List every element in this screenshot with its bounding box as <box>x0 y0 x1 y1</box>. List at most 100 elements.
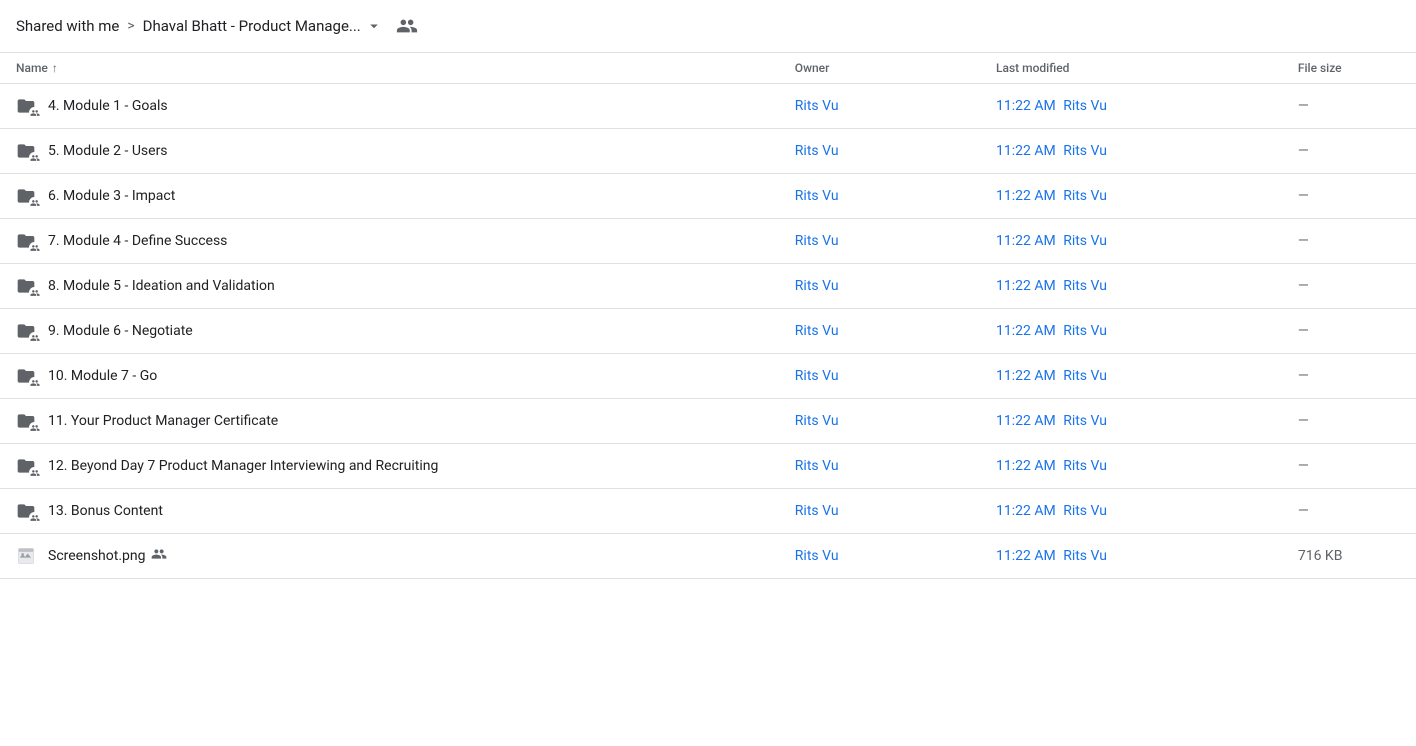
owner-cell: Rits Vu <box>779 489 980 534</box>
breadcrumb: Shared with me > Dhaval Bhatt - Product … <box>0 0 1416 53</box>
folder-shared-icon <box>16 366 36 386</box>
modified-time: 11:22 AM <box>996 368 1056 384</box>
size-cell: — <box>1282 309 1416 354</box>
owner-cell: Rits Vu <box>779 354 980 399</box>
file-size-dash: — <box>1298 458 1309 474</box>
file-name-text: 12. Beyond Day 7 Product Manager Intervi… <box>48 458 438 474</box>
file-size-dash: — <box>1298 503 1309 519</box>
size-cell: — <box>1282 444 1416 489</box>
table-row[interactable]: 7. Module 4 - Define SuccessRits Vu11:22… <box>0 219 1416 264</box>
modified-user: Rits Vu <box>1060 368 1107 384</box>
owner-cell: Rits Vu <box>779 84 980 129</box>
table-row[interactable]: 13. Bonus Content Rits Vu11:22 AM Rits Vu… <box>0 489 1416 534</box>
modified-cell: 11:22 AM Rits Vu <box>980 444 1282 489</box>
modified-cell: 11:22 AM Rits Vu <box>980 129 1282 174</box>
shared-badge-icon <box>29 377 40 388</box>
shared-badge-icon <box>29 512 40 523</box>
modified-time: 11:22 AM <box>996 548 1056 564</box>
column-header-owner[interactable]: Owner <box>779 53 980 84</box>
file-size-dash: — <box>1298 188 1309 204</box>
table-header-row: Name ↑ Owner Last modified File size <box>0 53 1416 84</box>
table-row[interactable]: 8. Module 5 - Ideation and Validation Rit… <box>0 264 1416 309</box>
file-size-dash: — <box>1298 278 1309 294</box>
file-name-cell: 5. Module 2 - Users <box>0 129 779 173</box>
modified-cell: 11:22 AM Rits Vu <box>980 489 1282 534</box>
shared-badge-icon <box>29 107 40 118</box>
modified-time: 11:22 AM <box>996 98 1056 114</box>
table-row[interactable]: 4. Module 1 - GoalsRits Vu11:22 AM Rits … <box>0 84 1416 129</box>
modified-time: 11:22 AM <box>996 188 1056 204</box>
file-name-cell: 8. Module 5 - Ideation and Validation <box>0 264 779 308</box>
shared-badge-icon <box>29 332 40 343</box>
file-name-text: 7. Module 4 - Define Success <box>48 233 227 249</box>
column-header-name[interactable]: Name ↑ <box>0 53 779 84</box>
file-size-dash: — <box>1298 98 1309 114</box>
modified-time: 11:22 AM <box>996 233 1056 249</box>
breadcrumb-separator: > <box>127 18 134 34</box>
table-row[interactable]: 10. Module 7 - GoRits Vu11:22 AM Rits Vu… <box>0 354 1416 399</box>
modified-cell: 11:22 AM Rits Vu <box>980 174 1282 219</box>
shared-with-me-link[interactable]: Shared with me <box>16 17 119 35</box>
modified-cell: 11:22 AM Rits Vu <box>980 354 1282 399</box>
file-name-text: 4. Module 1 - Goals <box>48 98 168 114</box>
file-size-dash: — <box>1298 368 1309 384</box>
file-name-cell: 9. Module 6 - Negotiate <box>0 309 779 353</box>
owner-cell: Rits Vu <box>779 534 980 579</box>
table-row[interactable]: 11. Your Product Manager CertificateRits… <box>0 399 1416 444</box>
current-folder-label: Dhaval Bhatt - Product Manage... <box>143 17 361 35</box>
table-row[interactable]: 9. Module 6 - NegotiateRits Vu11:22 AM R… <box>0 309 1416 354</box>
folder-shared-icon <box>16 96 36 116</box>
file-name-cell: Screenshot.png <box>0 534 779 578</box>
shared-badge-icon <box>29 197 40 208</box>
file-name-text: 8. Module 5 - Ideation and Validation <box>48 278 275 294</box>
modified-user: Rits Vu <box>1060 458 1107 474</box>
file-size-dash: — <box>1298 323 1309 339</box>
column-header-last-modified[interactable]: Last modified <box>980 53 1282 84</box>
size-cell: — <box>1282 399 1416 444</box>
modified-time: 11:22 AM <box>996 143 1056 159</box>
file-name-cell: 7. Module 4 - Define Success <box>0 219 779 263</box>
sort-ascending-icon[interactable]: ↑ <box>52 61 58 75</box>
file-name-cell: 10. Module 7 - Go <box>0 354 779 398</box>
size-cell: — <box>1282 219 1416 264</box>
table-row[interactable]: Screenshot.pngRits Vu11:22 AM Rits Vu716… <box>0 534 1416 579</box>
modified-time: 11:22 AM <box>996 278 1056 294</box>
owner-cell: Rits Vu <box>779 399 980 444</box>
file-name-cell: 13. Bonus Content <box>0 489 779 533</box>
modified-user: Rits Vu <box>1060 98 1107 114</box>
file-name-text: 6. Module 3 - Impact <box>48 188 175 204</box>
folder-shared-icon <box>16 141 36 161</box>
current-folder-link[interactable]: Dhaval Bhatt - Product Manage... <box>143 17 383 35</box>
shared-people-icon <box>395 14 419 38</box>
modified-time: 11:22 AM <box>996 458 1056 474</box>
shared-badge-icon <box>29 422 40 433</box>
file-name-text: Screenshot.png <box>48 548 145 564</box>
column-header-file-size[interactable]: File size <box>1282 53 1416 84</box>
shared-badge-icon <box>29 467 40 478</box>
table-row[interactable]: 5. Module 2 - UsersRits Vu11:22 AM Rits … <box>0 129 1416 174</box>
table-row[interactable]: 6. Module 3 - Impact Rits Vu11:22 AM Rits… <box>0 174 1416 219</box>
modified-user: Rits Vu <box>1060 413 1107 429</box>
owner-cell: Rits Vu <box>779 264 980 309</box>
modified-cell: 11:22 AM Rits Vu <box>980 399 1282 444</box>
owner-cell: Rits Vu <box>779 174 980 219</box>
file-name-cell: 6. Module 3 - Impact <box>0 174 779 218</box>
folder-shared-icon <box>16 411 36 431</box>
modified-user: Rits Vu <box>1060 503 1107 519</box>
shared-badge-icon <box>29 287 40 298</box>
table-row[interactable]: 12. Beyond Day 7 Product Manager Intervi… <box>0 444 1416 489</box>
size-cell: — <box>1282 174 1416 219</box>
size-cell: — <box>1282 354 1416 399</box>
modified-cell: 11:22 AM Rits Vu <box>980 309 1282 354</box>
file-name-text: 13. Bonus Content <box>48 503 163 519</box>
folder-shared-icon <box>16 456 36 476</box>
chevron-down-icon[interactable] <box>365 17 383 35</box>
folder-shared-icon <box>16 276 36 296</box>
file-size-dash: — <box>1298 143 1309 159</box>
size-cell: — <box>1282 129 1416 174</box>
folder-shared-icon <box>16 231 36 251</box>
modified-cell: 11:22 AM Rits Vu <box>980 84 1282 129</box>
file-name-cell: 12. Beyond Day 7 Product Manager Intervi… <box>0 444 779 488</box>
modified-cell: 11:22 AM Rits Vu <box>980 534 1282 579</box>
owner-cell: Rits Vu <box>779 309 980 354</box>
